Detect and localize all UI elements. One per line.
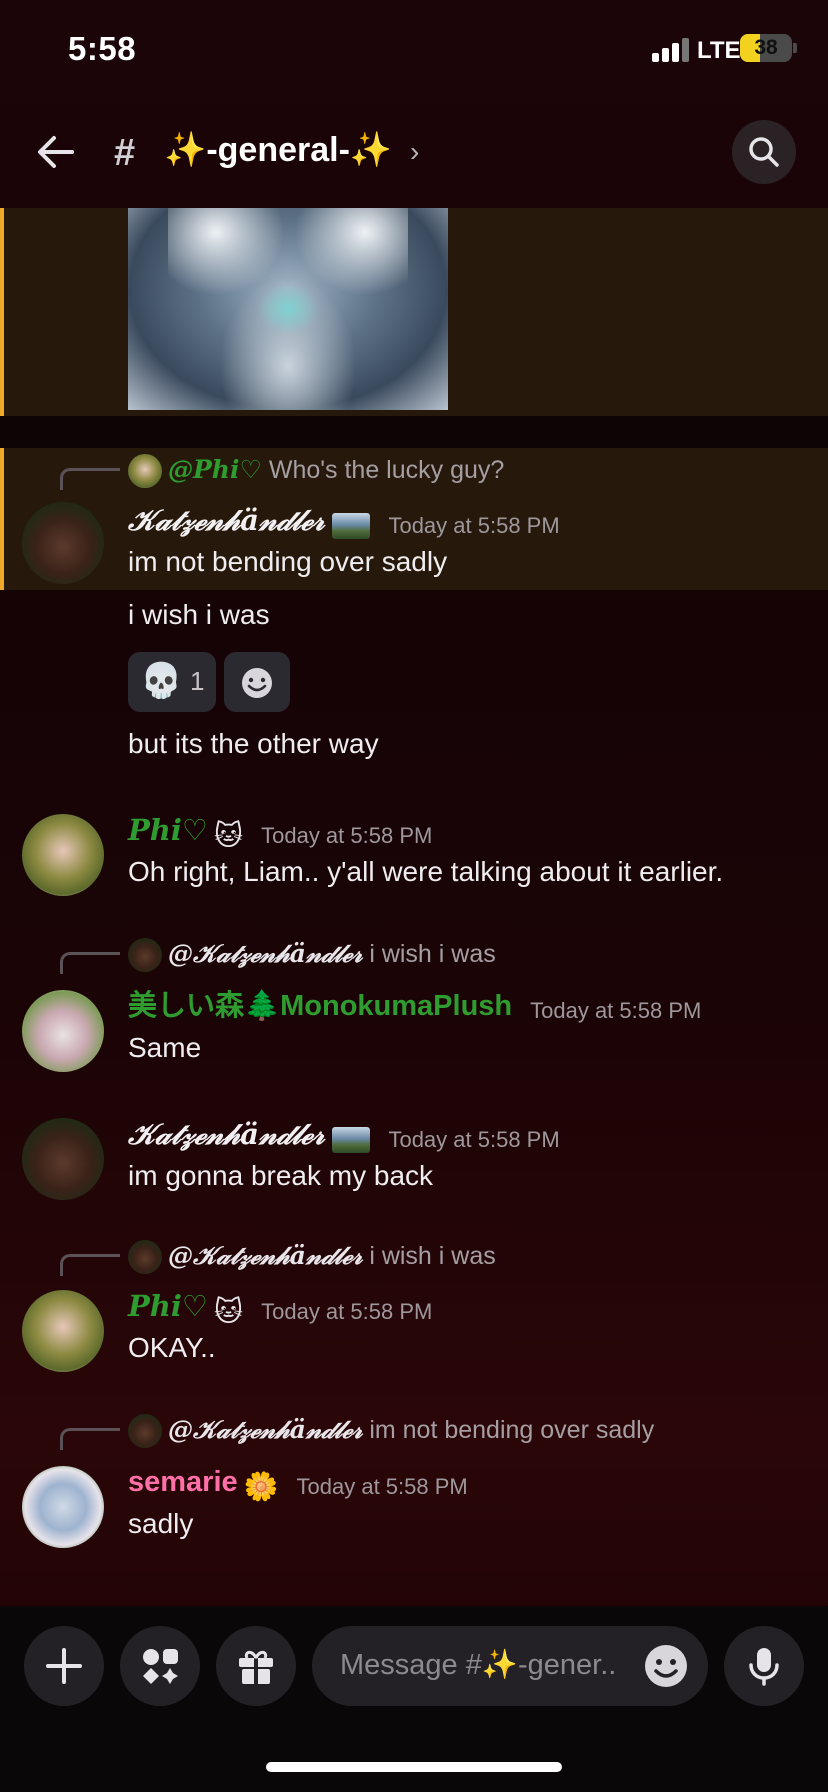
reply-text: Who's the lucky guy? [268, 456, 505, 484]
reply-connector [60, 1254, 120, 1276]
home-indicator [266, 1762, 562, 1772]
avatar[interactable] [22, 502, 104, 584]
reply-connector [60, 1428, 120, 1450]
reaction-skull[interactable]: 💀 1 [128, 652, 216, 712]
flower-icon: 🌼 [243, 1470, 279, 1502]
reply-preview[interactable]: @𝒦𝒶𝓉𝓏ℯ𝓃𝒽ä𝓃𝒹𝓁ℯ𝓇 i wish i was [128, 1238, 496, 1275]
message-text: i wish i was [128, 599, 270, 630]
gift-button[interactable] [216, 1626, 296, 1706]
channel-hash-icon: # [114, 132, 136, 174]
gift-icon [239, 1650, 273, 1684]
timestamp: Today at 5:58 PM [388, 1126, 560, 1152]
reply-author: @𝒦𝒶𝓉𝓏ℯ𝓃𝒽ä𝓃𝒹𝓁ℯ𝓇 [168, 1415, 363, 1444]
plus-icon [46, 1648, 82, 1684]
arrow-left-icon[interactable] [34, 130, 78, 174]
reply-connector [60, 468, 120, 490]
avatar [128, 1240, 162, 1275]
channel-header: # ✨-general-✨ › [0, 100, 828, 206]
author-name[interactable]: 𝒦𝒶𝓉𝓏ℯ𝓃𝒽ä𝓃𝒹𝓁ℯ𝓇 [128, 1117, 324, 1151]
author-name[interactable]: semarie [128, 1466, 238, 1498]
reply-connector [60, 952, 120, 974]
avatar[interactable] [22, 1466, 104, 1548]
divider [0, 416, 828, 452]
reply-preview[interactable]: @𝒦𝒶𝓉𝓏ℯ𝓃𝒽ä𝓃𝒹𝓁ℯ𝓇 im not bending over sadly [128, 1412, 655, 1449]
emoji-icon [242, 668, 272, 698]
reply-text: i wish i was [369, 940, 496, 968]
message-header: Phi♡ 🐱 Today at 5:58 PM [128, 1286, 433, 1327]
apps-button[interactable] [120, 1626, 200, 1706]
avatar[interactable] [22, 814, 104, 896]
reply-author: @Phi♡ [168, 455, 262, 484]
microphone-icon [749, 1648, 779, 1686]
battery-icon: 38 [740, 34, 792, 62]
timestamp: Today at 5:58 PM [530, 997, 702, 1023]
author-name[interactable]: Phi♡ [128, 1289, 208, 1323]
chevron-right-icon[interactable]: › [410, 136, 419, 168]
avatar [128, 1414, 162, 1449]
timestamp: Today at 5:58 PM [296, 1473, 468, 1499]
avatar[interactable] [22, 990, 104, 1072]
avatar[interactable] [22, 1118, 104, 1200]
message-text: im not bending over sadly [128, 546, 448, 577]
message-header: 𝒦𝒶𝓉𝓏ℯ𝓃𝒽ä𝓃𝒹𝓁ℯ𝓇 Today at 5:58 PM [128, 1114, 560, 1154]
message-list[interactable]: @Phi♡ Who's the lucky guy? 𝒦𝒶𝓉𝓏ℯ𝓃𝒽ä𝓃𝒹𝓁ℯ𝓇… [0, 208, 828, 1608]
message-header: 𝒦𝒶𝓉𝓏ℯ𝓃𝒽ä𝓃𝒹𝓁ℯ𝓇 Today at 5:58 PM [128, 500, 560, 540]
message-placeholder: Message #✨-gener.. [340, 1649, 617, 1681]
search-icon [749, 137, 779, 167]
search-button[interactable] [732, 120, 796, 184]
message-header: semarie 🌼 Today at 5:58 PM [128, 1462, 468, 1502]
channel-title[interactable]: ✨-general-✨ [164, 130, 392, 170]
cat-icon: 🐱 [213, 1295, 244, 1327]
status-time: 5:58 [68, 30, 137, 67]
profile-badge [332, 512, 371, 539]
author-name[interactable]: 美しい森🌲MonokumaPlush [128, 990, 512, 1022]
add-reaction-button[interactable] [224, 652, 290, 712]
image-attachment[interactable] [128, 208, 448, 410]
status-bar: 5:58 LTE 38 [0, 0, 828, 100]
reply-author: @𝒦𝒶𝓉𝓏ℯ𝓃𝒽ä𝓃𝒹𝓁ℯ𝓇 [168, 1241, 363, 1270]
message-text: sadly [128, 1508, 194, 1539]
reply-text: i wish i was [369, 1242, 496, 1270]
skull-icon: 💀 [140, 662, 183, 700]
timestamp: Today at 5:58 PM [261, 822, 433, 848]
emoji-icon[interactable] [642, 1642, 690, 1690]
cat-icon: 🐱 [213, 819, 244, 851]
timestamp: Today at 5:58 PM [261, 1298, 433, 1324]
profile-badge [332, 1126, 371, 1153]
signal-icon [652, 38, 690, 62]
author-name[interactable]: 𝒦𝒶𝓉𝓏ℯ𝓃𝒽ä𝓃𝒹𝓁ℯ𝓇 [128, 503, 324, 537]
message-text: Oh right, Liam.. y'all were talking abou… [128, 856, 724, 887]
reply-preview[interactable]: @𝒦𝒶𝓉𝓏ℯ𝓃𝒽ä𝓃𝒹𝓁ℯ𝓇 i wish i was [128, 936, 496, 973]
reply-author: @𝒦𝒶𝓉𝓏ℯ𝓃𝒽ä𝓃𝒹𝓁ℯ𝓇 [168, 939, 363, 968]
message-text: OKAY.. [128, 1332, 216, 1363]
message-text: but its the other way [128, 728, 379, 759]
battery-nub [793, 43, 797, 53]
reply-text: im not bending over sadly [369, 1416, 655, 1444]
reaction-count: 1 [190, 666, 205, 696]
message-header: Phi♡ 🐱 Today at 5:58 PM [128, 810, 433, 851]
network-label: LTE [697, 37, 741, 64]
plus-button[interactable] [24, 1626, 104, 1706]
message-text: Same [128, 1032, 202, 1063]
message-text: im gonna break my back [128, 1160, 434, 1191]
timestamp: Today at 5:58 PM [388, 512, 560, 538]
microphone-button[interactable] [724, 1626, 804, 1706]
reply-preview[interactable]: @Phi♡ Who's the lucky guy? [128, 452, 505, 489]
message-header: 美しい森🌲MonokumaPlush Today at 5:58 PM [128, 986, 701, 1026]
avatar[interactable] [22, 1290, 104, 1372]
battery-percent: 38 [754, 36, 778, 59]
author-name[interactable]: Phi♡ [128, 813, 208, 847]
avatar [128, 454, 162, 489]
avatar [128, 938, 162, 973]
message-input[interactable]: Message #✨-gener.. [312, 1626, 708, 1706]
apps-icon [143, 1649, 178, 1684]
